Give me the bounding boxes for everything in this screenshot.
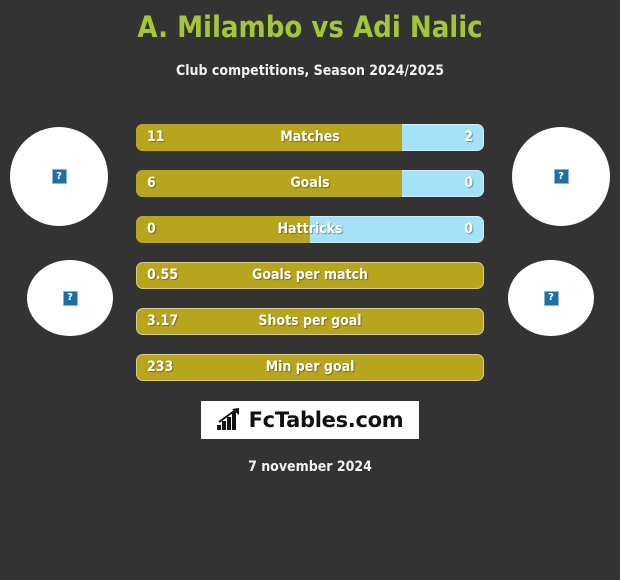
stat-label: Goals per match xyxy=(252,267,368,283)
stat-label: Min per goal xyxy=(265,359,355,375)
footer-date: 7 november 2024 xyxy=(248,459,372,475)
page-title: A. Milambo vs Adi Nalic xyxy=(137,10,483,44)
stat-label: Shots per goal xyxy=(258,313,362,329)
stat-right-value: 0 xyxy=(464,221,473,237)
broken-image-icon: ? xyxy=(553,169,569,184)
broken-image-icon: ? xyxy=(62,290,78,306)
stat-label: Hattricks xyxy=(277,221,343,237)
avatar-right-player-primary: ? xyxy=(512,127,610,226)
avatar-left-player-primary: ? xyxy=(10,127,108,226)
stat-bar-row: 233 Min per goal xyxy=(136,354,484,381)
stat-bar-row: 3.17 Shots per goal xyxy=(136,308,484,335)
stat-label: Matches xyxy=(280,129,340,145)
avatar-right-player-secondary: ? xyxy=(508,260,594,336)
avatar-left-player-secondary: ? xyxy=(27,260,113,336)
page-subtitle: Club competitions, Season 2024/2025 xyxy=(175,63,445,79)
bar-chart-arrow-icon xyxy=(216,408,239,430)
stat-right-value: 0 xyxy=(464,175,473,191)
stat-label: Goals xyxy=(290,175,330,191)
fctables-logo-text: FcTables.com xyxy=(248,407,404,432)
fctables-logo[interactable]: FcTables.com xyxy=(201,401,419,439)
broken-image-icon: ? xyxy=(543,290,559,306)
comparison-infographic: A. Milambo vs Adi Nalic Club competition… xyxy=(0,0,620,580)
stat-bar-list: 11 Matches 2 6 Goals 0 0 Hattricks 0 0.55 Goals pe… xyxy=(136,124,484,400)
broken-image-icon: ? xyxy=(51,169,67,184)
stat-right-value: 2 xyxy=(464,129,473,145)
stat-bar-row: 0 Hattricks 0 xyxy=(136,216,484,243)
stat-bar-row: 11 Matches 2 xyxy=(136,124,484,151)
stat-bar-row: 6 Goals 0 xyxy=(136,170,484,197)
stat-bar-row: 0.55 Goals per match xyxy=(136,262,484,289)
